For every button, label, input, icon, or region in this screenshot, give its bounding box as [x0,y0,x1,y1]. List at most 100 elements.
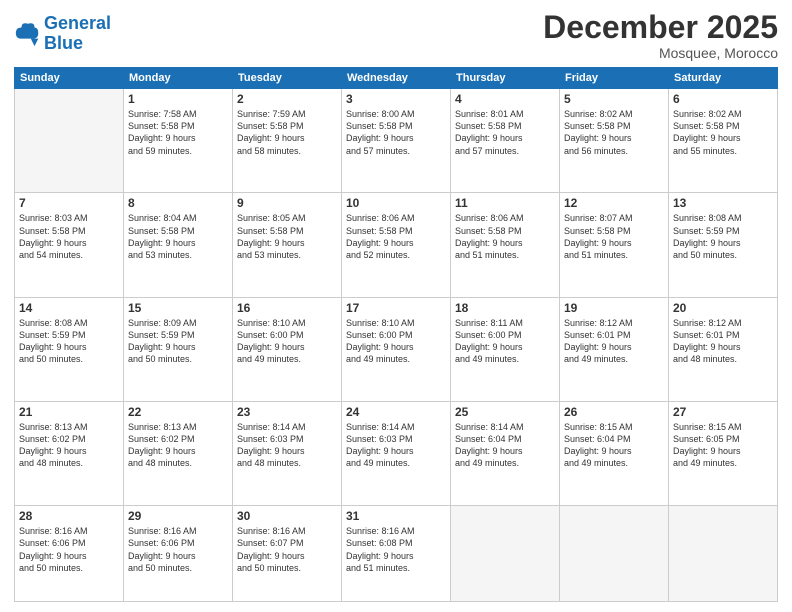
calendar-cell: 5Sunrise: 8:02 AM Sunset: 5:58 PM Daylig… [560,89,669,193]
calendar-cell: 10 Sunrise: 8:06 AM Sunset: 5:58 PM Dayli… [342,193,451,297]
calendar-cell: 25Sunrise: 8:14 AM Sunset: 6:04 PM Dayli… [451,402,560,506]
day-info: Sunrise: 8:03 AM Sunset: 5:58 PM Dayligh… [19,212,119,261]
day-number: 14 [19,301,119,315]
day-number: 10 [346,196,446,210]
day-info: Sunrise: 8:13 AM Sunset: 6:02 PM Dayligh… [19,421,119,470]
day-info: Sunrise: 8:09 AM Sunset: 5:59 PM Dayligh… [128,317,228,366]
day-info: Sunrise: 8:12 AM Sunset: 6:01 PM Dayligh… [564,317,664,366]
day-number: 13 [673,196,773,210]
header: General Blue December 2025 Mosquee, Moro… [14,10,778,61]
week-row-1: 1 Sunrise: 7:58 AM Sunset: 5:58 PM Daylig… [15,89,778,193]
calendar-cell: 4Sunrise: 8:01 AM Sunset: 5:58 PM Daylig… [451,89,560,193]
calendar: SundayMondayTuesdayWednesdayThursdayFrid… [14,67,778,602]
calendar-cell: 12 Sunrise: 8:07 AM Sunset: 5:58 PM Dayli… [560,193,669,297]
calendar-cell: 20Sunrise: 8:12 AM Sunset: 6:01 PM Dayli… [669,297,778,401]
day-number: 3 [346,92,446,106]
page: General Blue December 2025 Mosquee, Moro… [0,0,792,612]
month-title: December 2025 [543,10,778,45]
week-row-4: 21 Sunrise: 8:13 AM Sunset: 6:02 PM Dayli… [15,402,778,506]
day-number: 27 [673,405,773,419]
day-number: 26 [564,405,664,419]
day-number: 21 [19,405,119,419]
day-number: 15 [128,301,228,315]
day-info: Sunrise: 8:02 AM Sunset: 5:58 PM Dayligh… [673,108,773,157]
calendar-cell: 19 Sunrise: 8:12 AM Sunset: 6:01 PM Dayli… [560,297,669,401]
calendar-cell: 17 Sunrise: 8:10 AM Sunset: 6:00 PM Dayli… [342,297,451,401]
day-info: Sunrise: 8:13 AM Sunset: 6:02 PM Dayligh… [128,421,228,470]
day-number: 6 [673,92,773,106]
logo-icon [14,20,42,48]
day-info: Sunrise: 8:07 AM Sunset: 5:58 PM Dayligh… [564,212,664,261]
day-info: Sunrise: 8:10 AM Sunset: 6:00 PM Dayligh… [346,317,446,366]
day-info: Sunrise: 8:16 AM Sunset: 6:07 PM Dayligh… [237,525,337,574]
day-info: Sunrise: 8:08 AM Sunset: 5:59 PM Dayligh… [673,212,773,261]
day-info: Sunrise: 8:16 AM Sunset: 6:06 PM Dayligh… [128,525,228,574]
calendar-cell: 15 Sunrise: 8:09 AM Sunset: 5:59 PM Dayli… [124,297,233,401]
day-number: 1 [128,92,228,106]
day-info: Sunrise: 8:08 AM Sunset: 5:59 PM Dayligh… [19,317,119,366]
day-info: Sunrise: 8:14 AM Sunset: 6:03 PM Dayligh… [237,421,337,470]
day-number: 29 [128,509,228,523]
calendar-cell: 13 Sunrise: 8:08 AM Sunset: 5:59 PM Dayli… [669,193,778,297]
calendar-cell: 28Sunrise: 8:16 AM Sunset: 6:06 PM Dayli… [15,506,124,602]
week-row-2: 7 Sunrise: 8:03 AM Sunset: 5:58 PM Daylig… [15,193,778,297]
day-number: 7 [19,196,119,210]
calendar-cell: 21 Sunrise: 8:13 AM Sunset: 6:02 PM Dayli… [15,402,124,506]
day-number: 12 [564,196,664,210]
day-number: 16 [237,301,337,315]
logo: General Blue [14,14,111,54]
day-number: 22 [128,405,228,419]
col-header-saturday: Saturday [669,68,778,89]
calendar-cell: 27 Sunrise: 8:15 AM Sunset: 6:05 PM Dayli… [669,402,778,506]
day-info: Sunrise: 8:10 AM Sunset: 6:00 PM Dayligh… [237,317,337,366]
calendar-cell: 30 Sunrise: 8:16 AM Sunset: 6:07 PM Dayli… [233,506,342,602]
col-header-wednesday: Wednesday [342,68,451,89]
day-number: 2 [237,92,337,106]
week-row-3: 14 Sunrise: 8:08 AM Sunset: 5:59 PM Dayli… [15,297,778,401]
day-info: Sunrise: 8:15 AM Sunset: 6:04 PM Dayligh… [564,421,664,470]
day-number: 31 [346,509,446,523]
day-info: Sunrise: 8:06 AM Sunset: 5:58 PM Dayligh… [346,212,446,261]
day-number: 4 [455,92,555,106]
day-number: 30 [237,509,337,523]
calendar-cell: 22 Sunrise: 8:13 AM Sunset: 6:02 PM Dayli… [124,402,233,506]
day-info: Sunrise: 8:00 AM Sunset: 5:58 PM Dayligh… [346,108,446,157]
week-row-5: 28 Sunrise: 8:16 AM Sunset: 6:06 PM Dayli… [15,506,778,602]
calendar-cell: 26 Sunrise: 8:15 AM Sunset: 6:04 PM Dayli… [560,402,669,506]
calendar-cell: 9 Sunrise: 8:05 AM Sunset: 5:58 PM Daylig… [233,193,342,297]
location: Mosquee, Morocco [543,45,778,61]
col-header-sunday: Sunday [15,68,124,89]
col-header-tuesday: Tuesday [233,68,342,89]
calendar-cell: 31 Sunrise: 8:16 AM Sunset: 6:08 PM Dayli… [342,506,451,602]
day-info: Sunrise: 8:02 AM Sunset: 5:58 PM Dayligh… [564,108,664,157]
day-info: Sunrise: 8:16 AM Sunset: 6:08 PM Dayligh… [346,525,446,574]
calendar-cell: 29 Sunrise: 8:16 AM Sunset: 6:06 PM Dayli… [124,506,233,602]
day-number: 24 [346,405,446,419]
calendar-cell: 7 Sunrise: 8:03 AM Sunset: 5:58 PM Daylig… [15,193,124,297]
calendar-cell: 3 Sunrise: 8:00 AM Sunset: 5:58 PM Daylig… [342,89,451,193]
calendar-cell: 8Sunrise: 8:04 AM Sunset: 5:58 PM Daylig… [124,193,233,297]
day-info: Sunrise: 8:12 AM Sunset: 6:01 PM Dayligh… [673,317,773,366]
day-number: 25 [455,405,555,419]
calendar-cell: 6 Sunrise: 8:02 AM Sunset: 5:58 PM Daylig… [669,89,778,193]
day-info: Sunrise: 7:58 AM Sunset: 5:58 PM Dayligh… [128,108,228,157]
day-number: 19 [564,301,664,315]
day-info: Sunrise: 8:05 AM Sunset: 5:58 PM Dayligh… [237,212,337,261]
calendar-cell [560,506,669,602]
calendar-cell: 18Sunrise: 8:11 AM Sunset: 6:00 PM Dayli… [451,297,560,401]
calendar-cell: 24Sunrise: 8:14 AM Sunset: 6:03 PM Dayli… [342,402,451,506]
day-number: 11 [455,196,555,210]
calendar-cell: 23 Sunrise: 8:14 AM Sunset: 6:03 PM Dayli… [233,402,342,506]
calendar-cell: 16 Sunrise: 8:10 AM Sunset: 6:00 PM Dayli… [233,297,342,401]
day-number: 23 [237,405,337,419]
day-number: 28 [19,509,119,523]
calendar-cell [669,506,778,602]
col-header-thursday: Thursday [451,68,560,89]
calendar-cell: 2 Sunrise: 7:59 AM Sunset: 5:58 PM Daylig… [233,89,342,193]
day-info: Sunrise: 8:15 AM Sunset: 6:05 PM Dayligh… [673,421,773,470]
day-number: 8 [128,196,228,210]
logo-text: General Blue [44,14,111,54]
day-number: 17 [346,301,446,315]
day-info: Sunrise: 7:59 AM Sunset: 5:58 PM Dayligh… [237,108,337,157]
day-number: 9 [237,196,337,210]
